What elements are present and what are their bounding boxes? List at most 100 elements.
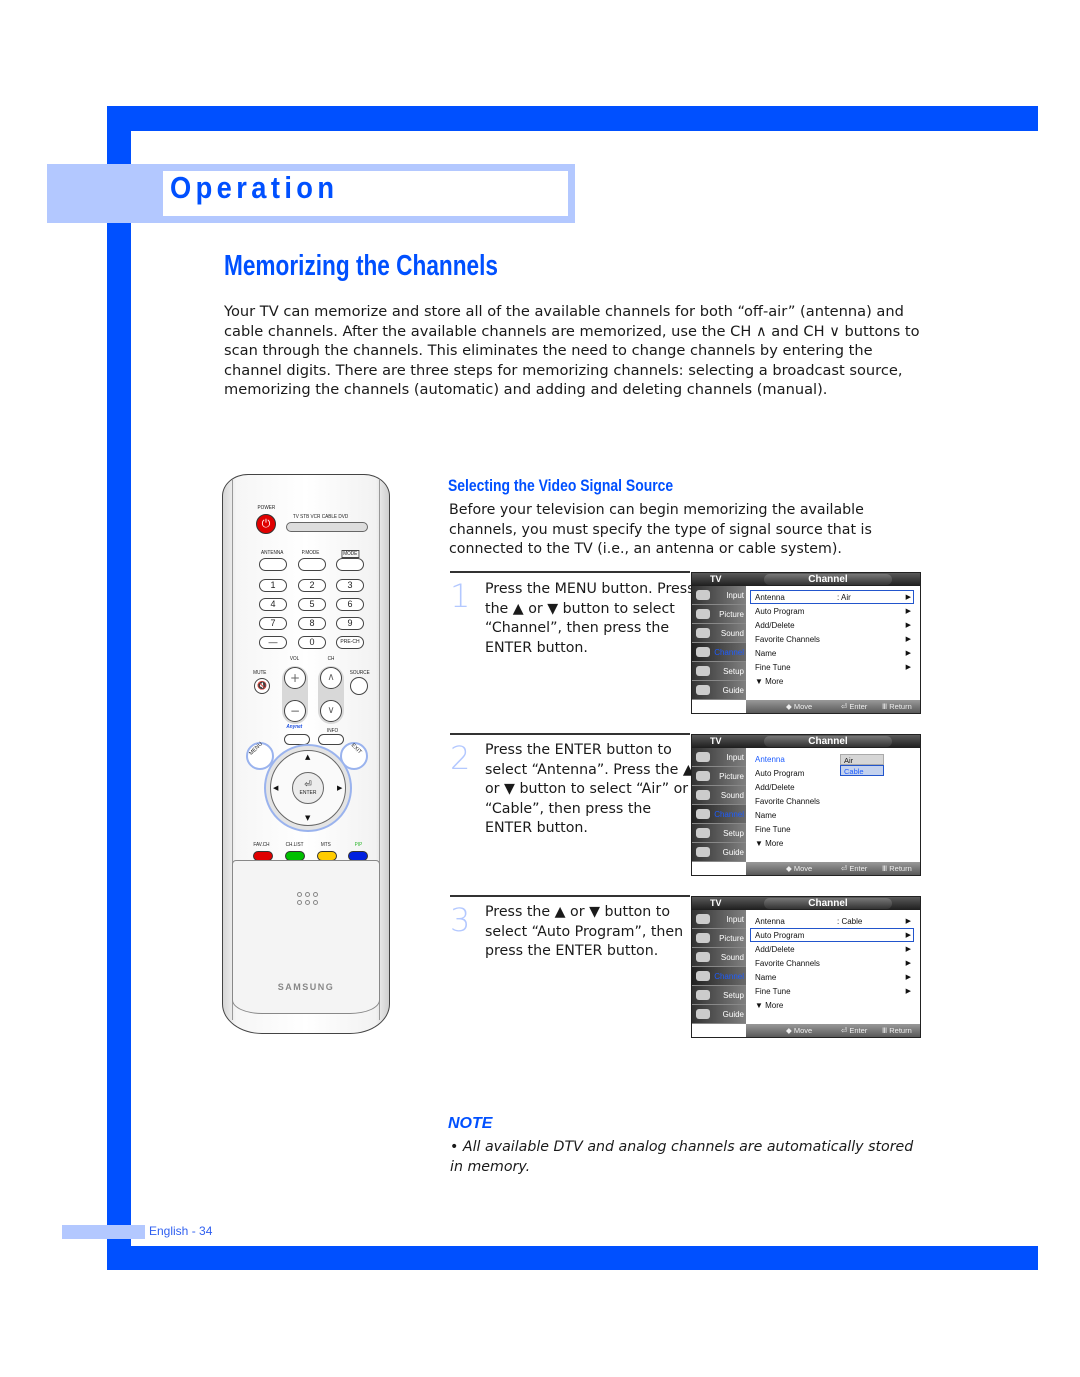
osd-item-label: ▼ More <box>755 839 784 848</box>
key-2: 2 <box>298 579 326 592</box>
osd-item-label: Auto Program <box>755 607 805 616</box>
osd-tab-label: Sound <box>720 953 744 962</box>
key-0: 0 <box>298 636 326 649</box>
step-divider <box>450 733 690 735</box>
frame-left-bar <box>107 106 131 1270</box>
osd-popup: Air Cable <box>840 754 884 776</box>
sensor-dot <box>313 892 318 897</box>
enter-icon: ⏎ <box>304 779 312 789</box>
osd-menu-item: Fine Tune <box>750 822 914 836</box>
ch-label: CH <box>327 656 335 662</box>
osd-footer-enter: ⏎ Enter <box>841 1026 868 1035</box>
osd-footer: ◆ Move ⏎ Enter Ⅲ Return <box>746 1024 920 1037</box>
pip-label: PIP <box>354 842 363 848</box>
mute-button: 🔇 <box>254 678 270 694</box>
osd-footer: ◆ Move ⏎ Enter Ⅲ Return <box>746 700 920 713</box>
arrow-left-icon: ◀ <box>273 784 279 792</box>
mute-label: MUTE <box>253 670 267 676</box>
step-number: 1 <box>450 577 471 615</box>
osd-header: TV Channel <box>692 897 920 910</box>
osd-tab-label: Picture <box>719 934 744 943</box>
sensor-dot <box>305 892 310 897</box>
triangle-right-icon: ▶ <box>905 932 911 939</box>
osd-popup-option: Cable <box>840 765 884 776</box>
key-prech: PRE-CH <box>336 636 364 649</box>
ch-down-button: ∨ <box>320 700 342 722</box>
mode-button <box>336 558 364 571</box>
osd-menu-item: Auto Program <box>750 766 914 780</box>
osd-tab-sound: Sound <box>692 948 746 967</box>
osd-tab-label: Sound <box>720 791 744 800</box>
step-divider <box>450 895 690 897</box>
vol-up-button: + <box>284 667 306 689</box>
key-1: 1 <box>259 579 287 592</box>
step-text: Press the ▲ or ▼ button to select “Auto … <box>485 904 684 960</box>
osd-tab-label: Picture <box>719 610 744 619</box>
osd-tab-guide: Guide <box>692 1005 746 1024</box>
osd-footer-return: Ⅲ Return <box>882 864 912 873</box>
osd-tv-label: TV <box>710 898 722 908</box>
osd-menu-item: Favorite Channels ▶ <box>750 956 914 970</box>
intro-paragraph: Your TV can memorize and store all of th… <box>224 303 920 398</box>
osd-menu-item: Fine Tune ▶ <box>750 660 914 674</box>
note-title: NOTE <box>448 1115 493 1132</box>
osd-menu-item: Name <box>750 808 914 822</box>
osd-footer-enter: ⏎ Enter <box>841 864 868 873</box>
brand-logo: SAMSUNG <box>277 982 335 992</box>
osd-tab-label: Setup <box>723 829 744 838</box>
osd-tab-setup: Setup <box>692 824 746 843</box>
setup-icon <box>696 990 710 1000</box>
anynet-label: Anynet <box>286 724 303 730</box>
remote-control-illustration: POWER ⏻ TV STB VCR CABLE DVD ANTENNA P.M… <box>222 474 390 1034</box>
osd-item-label: ▼ More <box>755 1001 784 1010</box>
arrow-down-icon: ▼ <box>305 814 311 822</box>
sound-icon <box>696 952 710 962</box>
osd-footer: ◆ Move ⏎ Enter Ⅲ Return <box>746 862 920 875</box>
triangle-right-icon: ▶ <box>905 636 911 643</box>
osd-popup-option: Air <box>840 754 884 765</box>
osd-title: Channel <box>764 574 892 585</box>
input-icon <box>696 752 710 762</box>
osd-tab-channel: Channel <box>692 967 746 986</box>
sensor-dot <box>297 900 302 905</box>
triangle-right-icon: ▶ <box>905 960 911 967</box>
osd-item-label: Fine Tune <box>755 987 791 996</box>
input-icon <box>696 914 710 924</box>
channel-menu-screen: TV Channel Input Picture Sound Channel Setup Gu… <box>691 896 921 1038</box>
section-title: Operation <box>170 170 339 205</box>
osd-sidebar: Input Picture Sound Channel Setup Guide <box>692 910 746 1024</box>
osd-title: Channel <box>764 898 892 909</box>
channel-icon <box>696 809 710 819</box>
osd-tab-label: Channel <box>714 810 744 819</box>
input-icon <box>696 590 710 600</box>
key-5: 5 <box>298 598 326 611</box>
osd-tab-picture: Picture <box>692 605 746 624</box>
osd-menu-item: Antenna <box>750 752 914 766</box>
frame-bottom-bar <box>107 1246 1038 1270</box>
osd-menu-item: Add/Delete ▶ <box>750 942 914 956</box>
vol-label: VOL <box>289 656 300 662</box>
triangle-right-icon: ▶ <box>905 650 911 657</box>
osd-sidebar: Input Picture Sound Channel Setup Guide <box>692 748 746 862</box>
key-9: 9 <box>336 617 364 630</box>
source-button <box>350 677 368 695</box>
osd-header: TV Channel <box>692 573 920 586</box>
channel-icon <box>696 971 710 981</box>
osd-tab-input: Input <box>692 586 746 605</box>
osd-sidebar: Input Picture Sound Channel Setup Guide <box>692 586 746 700</box>
arrow-up-icon: ▲ <box>305 753 311 761</box>
osd-tab-input: Input <box>692 910 746 929</box>
osd-item-label: Add/Delete <box>755 621 795 630</box>
osd-menu-item: Antenna: Cable ▶ <box>750 914 914 928</box>
osd-tab-label: Input <box>726 591 744 600</box>
osd-tab-label: Channel <box>714 972 744 981</box>
osd-tv-label: TV <box>710 574 722 584</box>
key-4: 4 <box>259 598 287 611</box>
key-dash: — <box>259 636 287 649</box>
step-text: Press the MENU button. Press the ▲ or ▼ … <box>485 581 695 656</box>
guide-icon <box>696 847 710 857</box>
osd-tab-guide: Guide <box>692 843 746 862</box>
sound-icon <box>696 790 710 800</box>
osd-menu-item: Antenna: Air ▶ <box>750 590 914 604</box>
osd-tab-setup: Setup <box>692 986 746 1005</box>
